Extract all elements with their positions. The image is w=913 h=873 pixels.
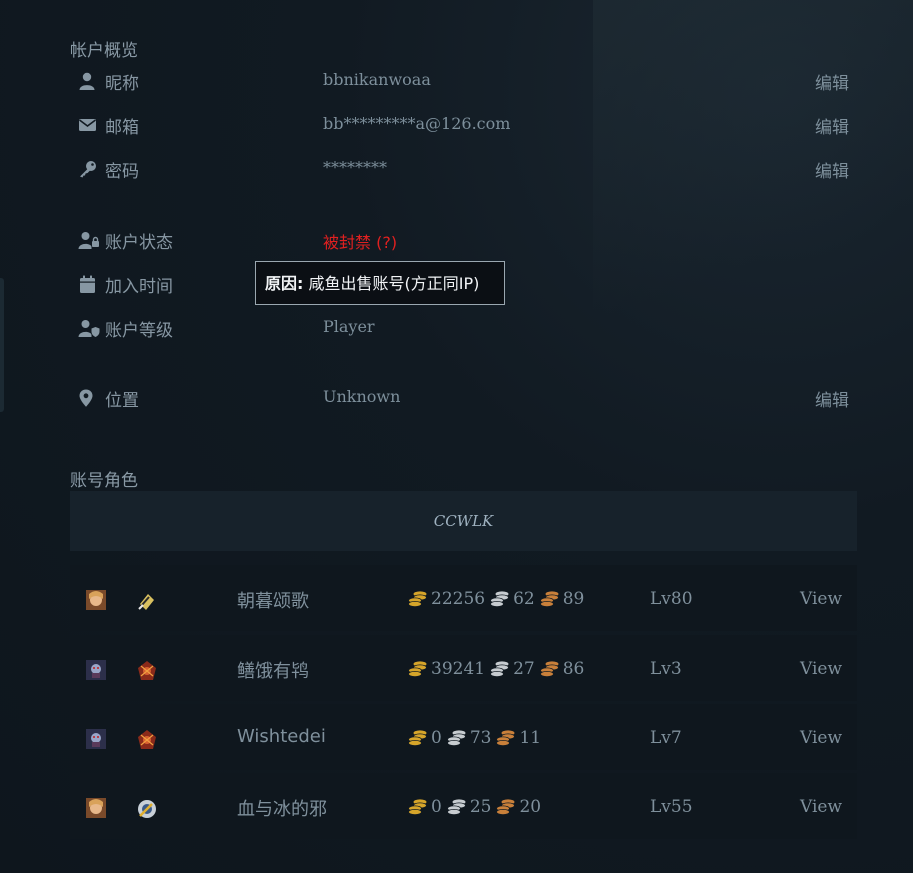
- key-icon: [80, 161, 96, 178]
- character-row: 鳝饿有鸨 39241 27 86 Lv3 View: [70, 635, 857, 701]
- silver-amount: 25: [469, 797, 492, 817]
- copper-amount: 20: [519, 797, 542, 817]
- human-female-icon: [86, 590, 106, 610]
- warlock-icon: [138, 661, 156, 680]
- location-row: 位置 Unknown 编辑: [78, 383, 849, 413]
- nickname-value: bbnikanwoaa: [323, 70, 431, 89]
- user-lock-icon: [78, 232, 99, 249]
- account-level-value: Player: [323, 317, 375, 336]
- copper-coin-icon: [496, 799, 516, 815]
- silver-coin-icon: [446, 730, 466, 746]
- character-level: Lv7: [650, 728, 682, 748]
- account-level-label: 账户等级: [105, 321, 173, 341]
- ban-reason-text: 咸鱼出售账号(方正同IP): [303, 274, 480, 293]
- user-icon: [79, 72, 95, 90]
- password-row: 密码 ******** 编辑: [78, 154, 849, 184]
- undead-icon: [86, 660, 106, 680]
- copper-coin-icon: [539, 661, 559, 677]
- copper-amount: 86: [562, 659, 585, 679]
- character-name: 血与冰的邪: [237, 799, 327, 820]
- edit-nickname-button[interactable]: 编辑: [815, 69, 849, 94]
- map-marker-icon: [79, 389, 93, 407]
- character-row: Wishtedei 0 73 11 Lv7 View: [70, 704, 857, 770]
- account-status-row: 账户状态 被封禁 (?): [78, 225, 849, 255]
- ban-reason-title: 原因:: [265, 274, 304, 293]
- silver-coin-icon: [490, 591, 509, 607]
- location-value: Unknown: [323, 387, 401, 406]
- gold-coin-icon: [408, 591, 427, 607]
- account-level-row: 账户等级 Player: [78, 313, 849, 343]
- gold-coin-icon: [408, 799, 427, 815]
- character-name: 鳝饿有鸨: [237, 661, 309, 682]
- view-character-link[interactable]: View: [800, 589, 842, 609]
- gold-amount: 0: [431, 728, 442, 748]
- edit-location-button[interactable]: 编辑: [815, 386, 849, 411]
- edit-password-button[interactable]: 编辑: [815, 157, 849, 182]
- gold-amount: 39241: [431, 659, 486, 679]
- copper-coin-icon: [496, 730, 516, 746]
- character-name: 朝暮颂歌: [237, 591, 309, 612]
- character-money: 0 25 20: [407, 797, 545, 817]
- email-row: 邮箱 bb*********a@126.com 编辑: [78, 110, 849, 140]
- copper-amount: 89: [562, 589, 585, 609]
- character-level: Lv3: [650, 659, 682, 679]
- character-money: 39241 27 86: [407, 659, 588, 679]
- view-character-link[interactable]: View: [800, 659, 842, 679]
- email-value: bb*********a@126.com: [323, 114, 511, 133]
- password-label: 密码: [105, 162, 139, 182]
- user-shield-icon: [78, 320, 100, 337]
- character-level: Lv80: [650, 589, 693, 609]
- priest-icon: [138, 800, 156, 818]
- silver-amount: 27: [513, 659, 535, 679]
- warlock-icon: [138, 730, 156, 749]
- location-label: 位置: [105, 391, 139, 411]
- email-label: 邮箱: [105, 118, 139, 138]
- account-status-label: 账户状态: [105, 233, 173, 253]
- silver-amount: 62: [513, 589, 535, 609]
- undead-icon: [86, 729, 106, 749]
- gold-coin-icon: [408, 661, 427, 677]
- join-date-label: 加入时间: [105, 277, 173, 297]
- password-value: ********: [323, 158, 387, 177]
- nickname-row: 昵称 bbnikanwoaa 编辑: [78, 66, 849, 96]
- edit-email-button[interactable]: 编辑: [815, 113, 849, 138]
- gold-coin-icon: [408, 730, 427, 746]
- hunter-icon: [138, 594, 154, 610]
- silver-coin-icon: [446, 799, 466, 815]
- side-tab-handle[interactable]: [0, 278, 4, 412]
- background-decoration: [593, 0, 913, 420]
- character-money: 22256 62 89: [407, 589, 588, 609]
- character-level: Lv55: [650, 797, 693, 817]
- account-overview-title: 帐户概览: [70, 41, 138, 61]
- silver-amount: 73: [469, 728, 492, 748]
- gold-amount: 0: [431, 797, 442, 817]
- view-character-link[interactable]: View: [800, 728, 842, 748]
- gold-amount: 22256: [431, 589, 486, 609]
- calendar-icon: [80, 275, 95, 293]
- character-row: 血与冰的邪 0 25 20 Lv55 View: [70, 773, 857, 839]
- copper-amount: 11: [519, 728, 542, 748]
- realm-header: CCWLK: [70, 491, 857, 551]
- nickname-label: 昵称: [105, 74, 139, 94]
- copper-coin-icon: [539, 591, 559, 607]
- envelope-icon: [79, 119, 96, 131]
- account-characters-title: 账号角色: [70, 471, 138, 491]
- character-money: 0 73 11: [407, 728, 545, 748]
- silver-coin-icon: [490, 661, 509, 677]
- character-name: Wishtedei: [237, 726, 326, 747]
- view-character-link[interactable]: View: [800, 797, 842, 817]
- ban-reason-tooltip: 原因: 咸鱼出售账号(方正同IP): [255, 261, 505, 305]
- character-row: 朝暮颂歌 22256 62 89 Lv80 View: [70, 565, 857, 631]
- account-status-banned[interactable]: 被封禁 (?): [323, 229, 397, 253]
- human-female-icon: [86, 798, 106, 818]
